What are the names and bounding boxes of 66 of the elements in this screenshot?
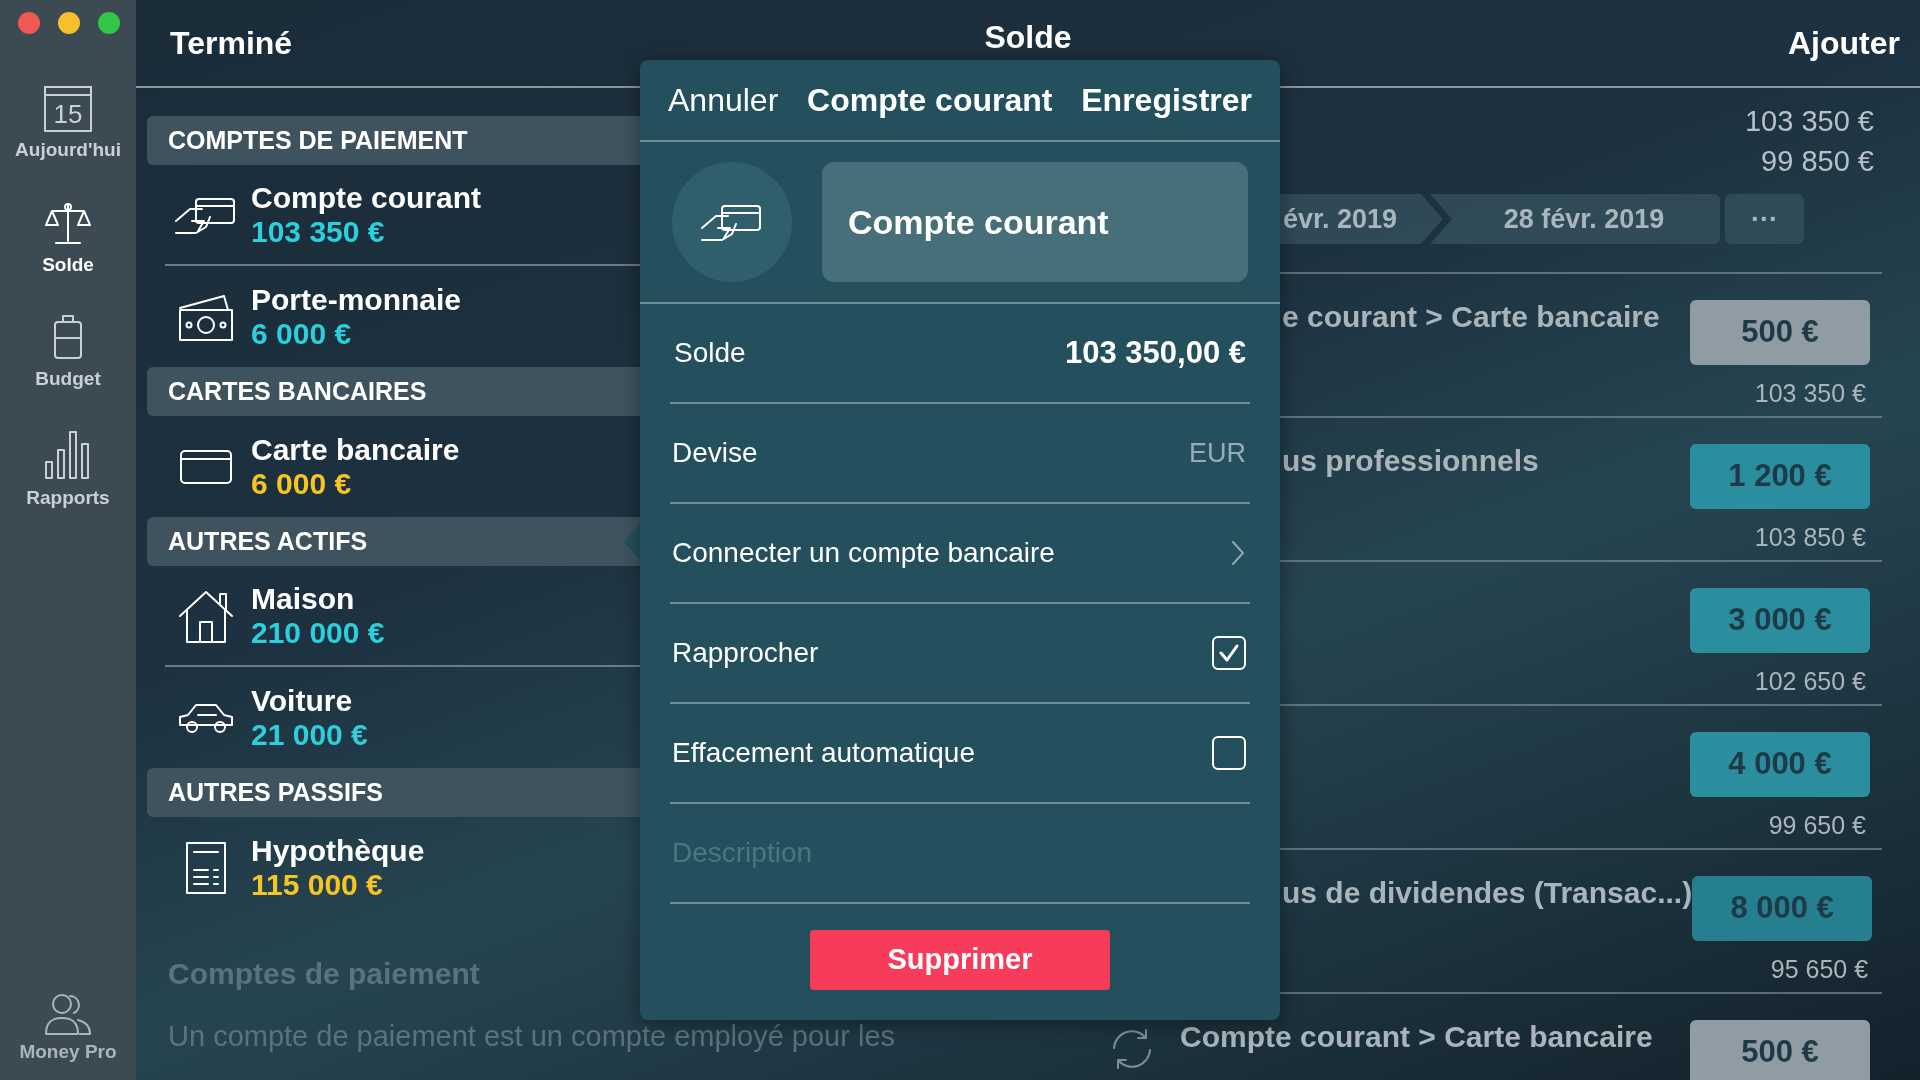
running-balance: 99 650 € [1768,810,1866,841]
field-label: Effacement automatique [672,736,975,770]
running-balance: 95 650 € [1770,954,1869,985]
account-amount: 6 000 € [251,316,353,351]
period-tab[interactable]: ··· [1725,194,1804,244]
account-name: Hypothèque [251,833,425,868]
done-button[interactable]: Terminé [170,19,293,67]
account-row[interactable]: Hypothèque 115 000 € [165,817,657,918]
running-balance: 102 650 € [1754,666,1866,697]
amount-badge: 3 000 € [1690,588,1870,653]
profile-button[interactable]: Money Pro [19,991,117,1066]
account-amount: 103 350 € [251,214,386,249]
card-icon [179,447,233,486]
transaction-title: us professionnels [1282,443,1539,479]
transaction-title: us de dividendes (Transac...) [1282,875,1693,911]
amount-badge: 4 000 € [1690,732,1870,797]
period-tab[interactable]: 28 févr. 2019 [1430,194,1720,244]
zoom-button[interactable] [98,12,120,34]
account-amount: 6 000 € [251,466,353,501]
minimize-button[interactable] [58,12,80,34]
amount-badge: 500 € [1690,300,1870,365]
field-label: Rapprocher [672,636,819,670]
document-icon [184,839,228,896]
sidebar-item[interactable]: Solde [8,196,128,281]
people-icon [42,991,94,1036]
checkbox[interactable] [1212,736,1246,770]
running-balance: 103 850 € [1754,522,1866,553]
delete-button[interactable]: Supprimer [810,930,1110,990]
field-label: Solde [673,336,746,370]
checkbox[interactable] [1212,636,1246,670]
account-name: Carte bancaire [251,432,460,467]
hand-card-icon [700,202,764,242]
account-name: Compte courant [251,180,481,215]
transaction-title: Compte courant > Carte bancaire [1180,1019,1653,1055]
close-button[interactable] [18,12,40,34]
account-amount: 21 000 € [251,717,368,752]
chevron-right-icon[interactable] [1230,539,1246,567]
calendar-day: 15 [53,98,83,130]
cancel-button[interactable]: Annuler [668,76,779,124]
save-button[interactable]: Enregistrer [1081,76,1252,124]
account-name: Voiture [251,683,354,718]
account-amount: 115 000 € [251,867,384,902]
currency-value[interactable]: EUR [1189,432,1246,474]
sidebar-item[interactable]: 15 Aujourd'hui [8,84,128,167]
running-balance: 103 350 € [1754,378,1866,409]
add-button[interactable]: Ajouter [1788,19,1900,67]
summary-amount: 103 350 € [1745,104,1874,138]
amount-badge: 500 € [1690,1020,1870,1080]
account-name: Maison [251,581,356,616]
account-row[interactable]: Porte-monnaie 6 000 € [165,266,657,367]
screen-title: Solde [984,18,1072,57]
sidebar-item[interactable]: Budget [8,311,128,396]
account-amount: 210 000 € [251,615,385,650]
account-name-field[interactable]: Compte courant [822,162,1248,282]
field-label: Connecter un compte bancaire [672,536,1055,570]
sidebar-item[interactable]: Rapports [8,425,128,514]
account-name: Porte-monnaie [251,282,462,317]
check-icon [1218,643,1240,663]
amount-badge: 1 200 € [1690,444,1870,509]
summary-amount: 99 850 € [1761,144,1874,178]
amount-badge: 8 000 € [1692,876,1873,941]
transaction-title: e courant > Carte bancaire [1282,299,1660,335]
account-row[interactable]: Carte bancaire 6 000 € [165,416,657,517]
field-label: Devise [672,436,758,470]
popover-title: Compte courant [807,81,1053,120]
account-row[interactable]: Voiture 21 000 € [165,667,657,768]
